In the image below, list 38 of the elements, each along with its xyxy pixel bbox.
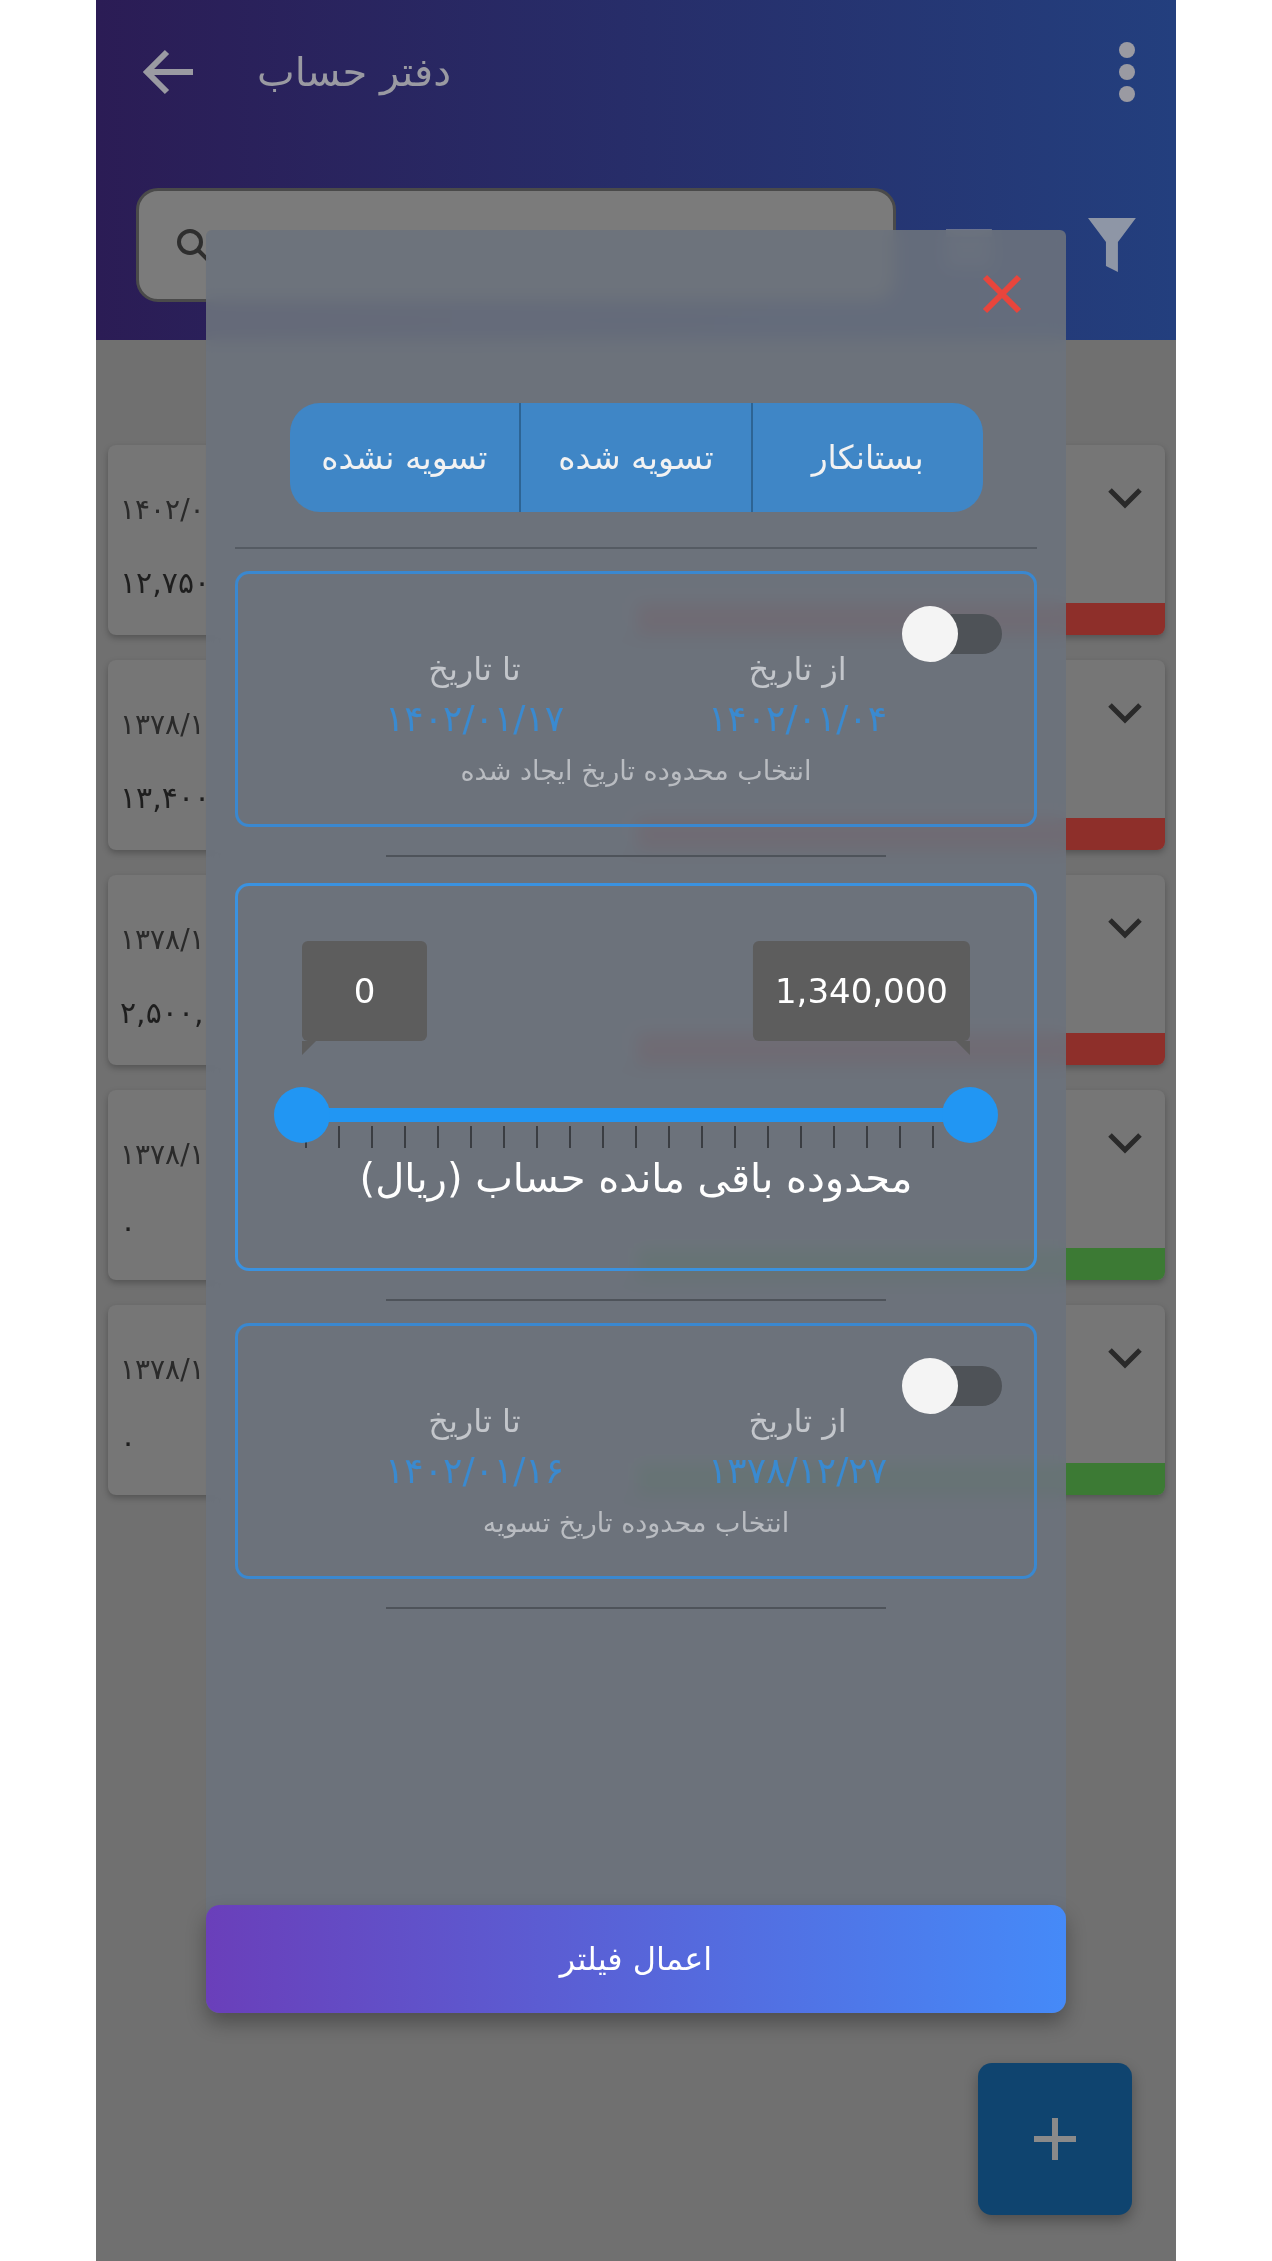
- value-tooltip: 0: [302, 941, 427, 1055]
- filter-segment[interactable]: تسویه نشده: [289, 403, 520, 512]
- filter-icon[interactable]: [1088, 218, 1136, 272]
- more-menu-icon[interactable]: [1118, 41, 1136, 103]
- from-date-label: از تاریخ: [748, 649, 847, 690]
- value-tooltip: 1,340,000: [752, 941, 970, 1055]
- card-date: ۱۴۰۲/۰: [120, 493, 205, 526]
- chevron-down-icon[interactable]: [1107, 917, 1143, 939]
- filter-segment[interactable]: بستانکار: [750, 403, 983, 512]
- chevron-down-icon[interactable]: [1107, 1347, 1143, 1369]
- card-date: ۱۳۷۸/۱: [120, 708, 205, 741]
- toggle-switch[interactable]: [902, 1358, 1004, 1414]
- page-title: دفتر حساب: [257, 49, 453, 95]
- chevron-down-icon[interactable]: [1107, 487, 1143, 509]
- toggle-switch[interactable]: [902, 606, 1004, 662]
- from-date-label: از تاریخ: [748, 1401, 847, 1442]
- to-date-label: تا تاریخ: [428, 649, 521, 690]
- to-date-label: تا تاریخ: [428, 1401, 521, 1442]
- card-amount: ۲,۵۰۰,: [120, 995, 204, 1030]
- card-date: ۱۳۷۸/۱: [120, 1353, 205, 1386]
- slider-thumb[interactable]: [942, 1087, 998, 1143]
- range-caption: محدوده باقی مانده حساب (ریال): [358, 1154, 914, 1204]
- chevron-down-icon[interactable]: [1107, 1132, 1143, 1154]
- slider-thumb[interactable]: [274, 1087, 330, 1143]
- add-button[interactable]: [978, 2063, 1132, 2215]
- card-date: ۱۳۷۸/۱: [120, 923, 205, 956]
- card-amount: ۰: [120, 1210, 137, 1245]
- apply-filter-button[interactable]: اعمال فیلتر: [206, 1905, 1066, 2013]
- plus-icon: [1034, 2118, 1076, 2160]
- chevron-down-icon[interactable]: [1107, 702, 1143, 724]
- range-caption: انتخاب محدوده تاریخ تسویه: [481, 1506, 791, 1541]
- range-slider[interactable]: [274, 1087, 998, 1143]
- card-amount: ۱۳,۴۰۰: [120, 780, 211, 815]
- card-amount: ۰: [120, 1425, 137, 1460]
- range-caption: انتخاب محدوده تاریخ ایجاد شده: [459, 754, 813, 789]
- card-amount: ۱۲,۷۵۰: [120, 565, 211, 600]
- filter-segment[interactable]: تسویه شده: [519, 403, 751, 512]
- card-date: ۱۳۷۸/۱: [120, 1138, 205, 1171]
